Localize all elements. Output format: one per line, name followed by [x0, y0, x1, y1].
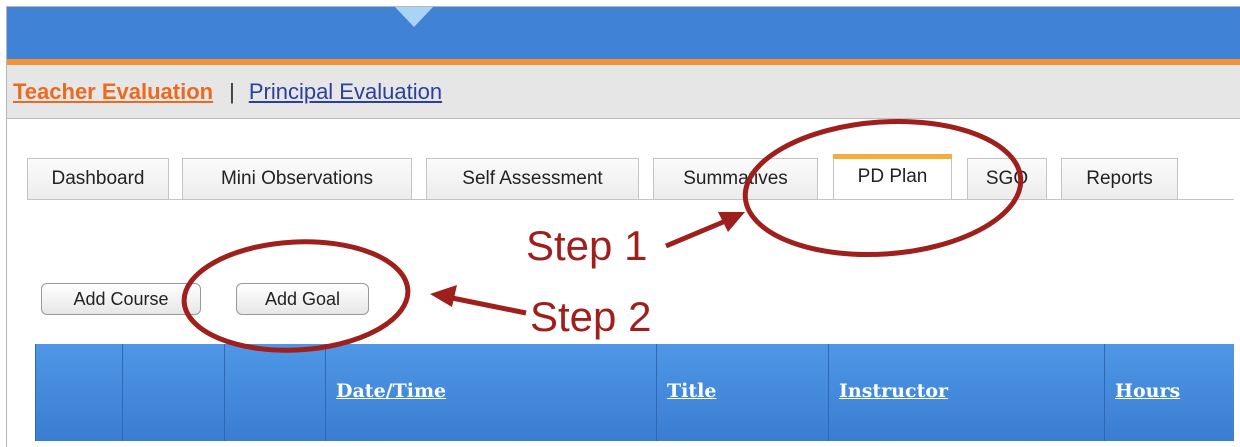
add-goal-button[interactable]: Add Goal — [236, 283, 369, 315]
column-header-datetime[interactable]: Date/Time — [336, 380, 446, 402]
column-header-instructor[interactable]: Instructor — [839, 380, 948, 402]
column-header-title[interactable]: Title — [667, 380, 716, 402]
tab-mini-observations[interactable]: Mini Observations — [182, 158, 412, 200]
tab-self-assessment[interactable]: Self Assessment — [426, 158, 639, 200]
active-tab-indicator — [833, 154, 952, 159]
column-header-hours[interactable]: Hours — [1115, 380, 1180, 402]
add-course-button[interactable]: Add Course — [41, 283, 201, 315]
pd-plan-table-header: Date/Time Title Instructor Hours — [35, 344, 1234, 441]
tab-baseline — [27, 199, 1234, 200]
column-header-edit — [123, 344, 225, 441]
tab-summatives[interactable]: Summatives — [653, 158, 818, 200]
principal-evaluation-link[interactable]: Principal Evaluation — [249, 79, 442, 104]
tab-dashboard[interactable]: Dashboard — [27, 158, 169, 200]
tab-reports[interactable]: Reports — [1061, 158, 1178, 200]
nav-separator: | — [229, 79, 235, 104]
tab-pd-plan-label: PD Plan — [857, 166, 928, 187]
column-header-datetime-cell: Date/Time — [326, 344, 657, 441]
column-header-select — [36, 344, 123, 441]
column-header-instructor-cell: Instructor — [829, 344, 1105, 441]
menu-caret-icon — [395, 7, 433, 27]
teacher-evaluation-link[interactable]: Teacher Evaluation — [13, 79, 213, 104]
step2-label: Step 2 — [530, 293, 652, 340]
step1-label: Step 1 — [526, 222, 648, 269]
top-banner — [7, 7, 1240, 59]
column-header-title-cell: Title — [657, 344, 829, 441]
tab-sgo[interactable]: SGO — [967, 158, 1047, 200]
tab-pd-plan[interactable]: PD Plan — [833, 154, 952, 200]
evaluation-nav-bar: Teacher Evaluation | Principal Evaluation — [7, 65, 1240, 119]
column-header-hours-cell: Hours — [1105, 344, 1235, 441]
column-header-delete — [225, 344, 326, 441]
